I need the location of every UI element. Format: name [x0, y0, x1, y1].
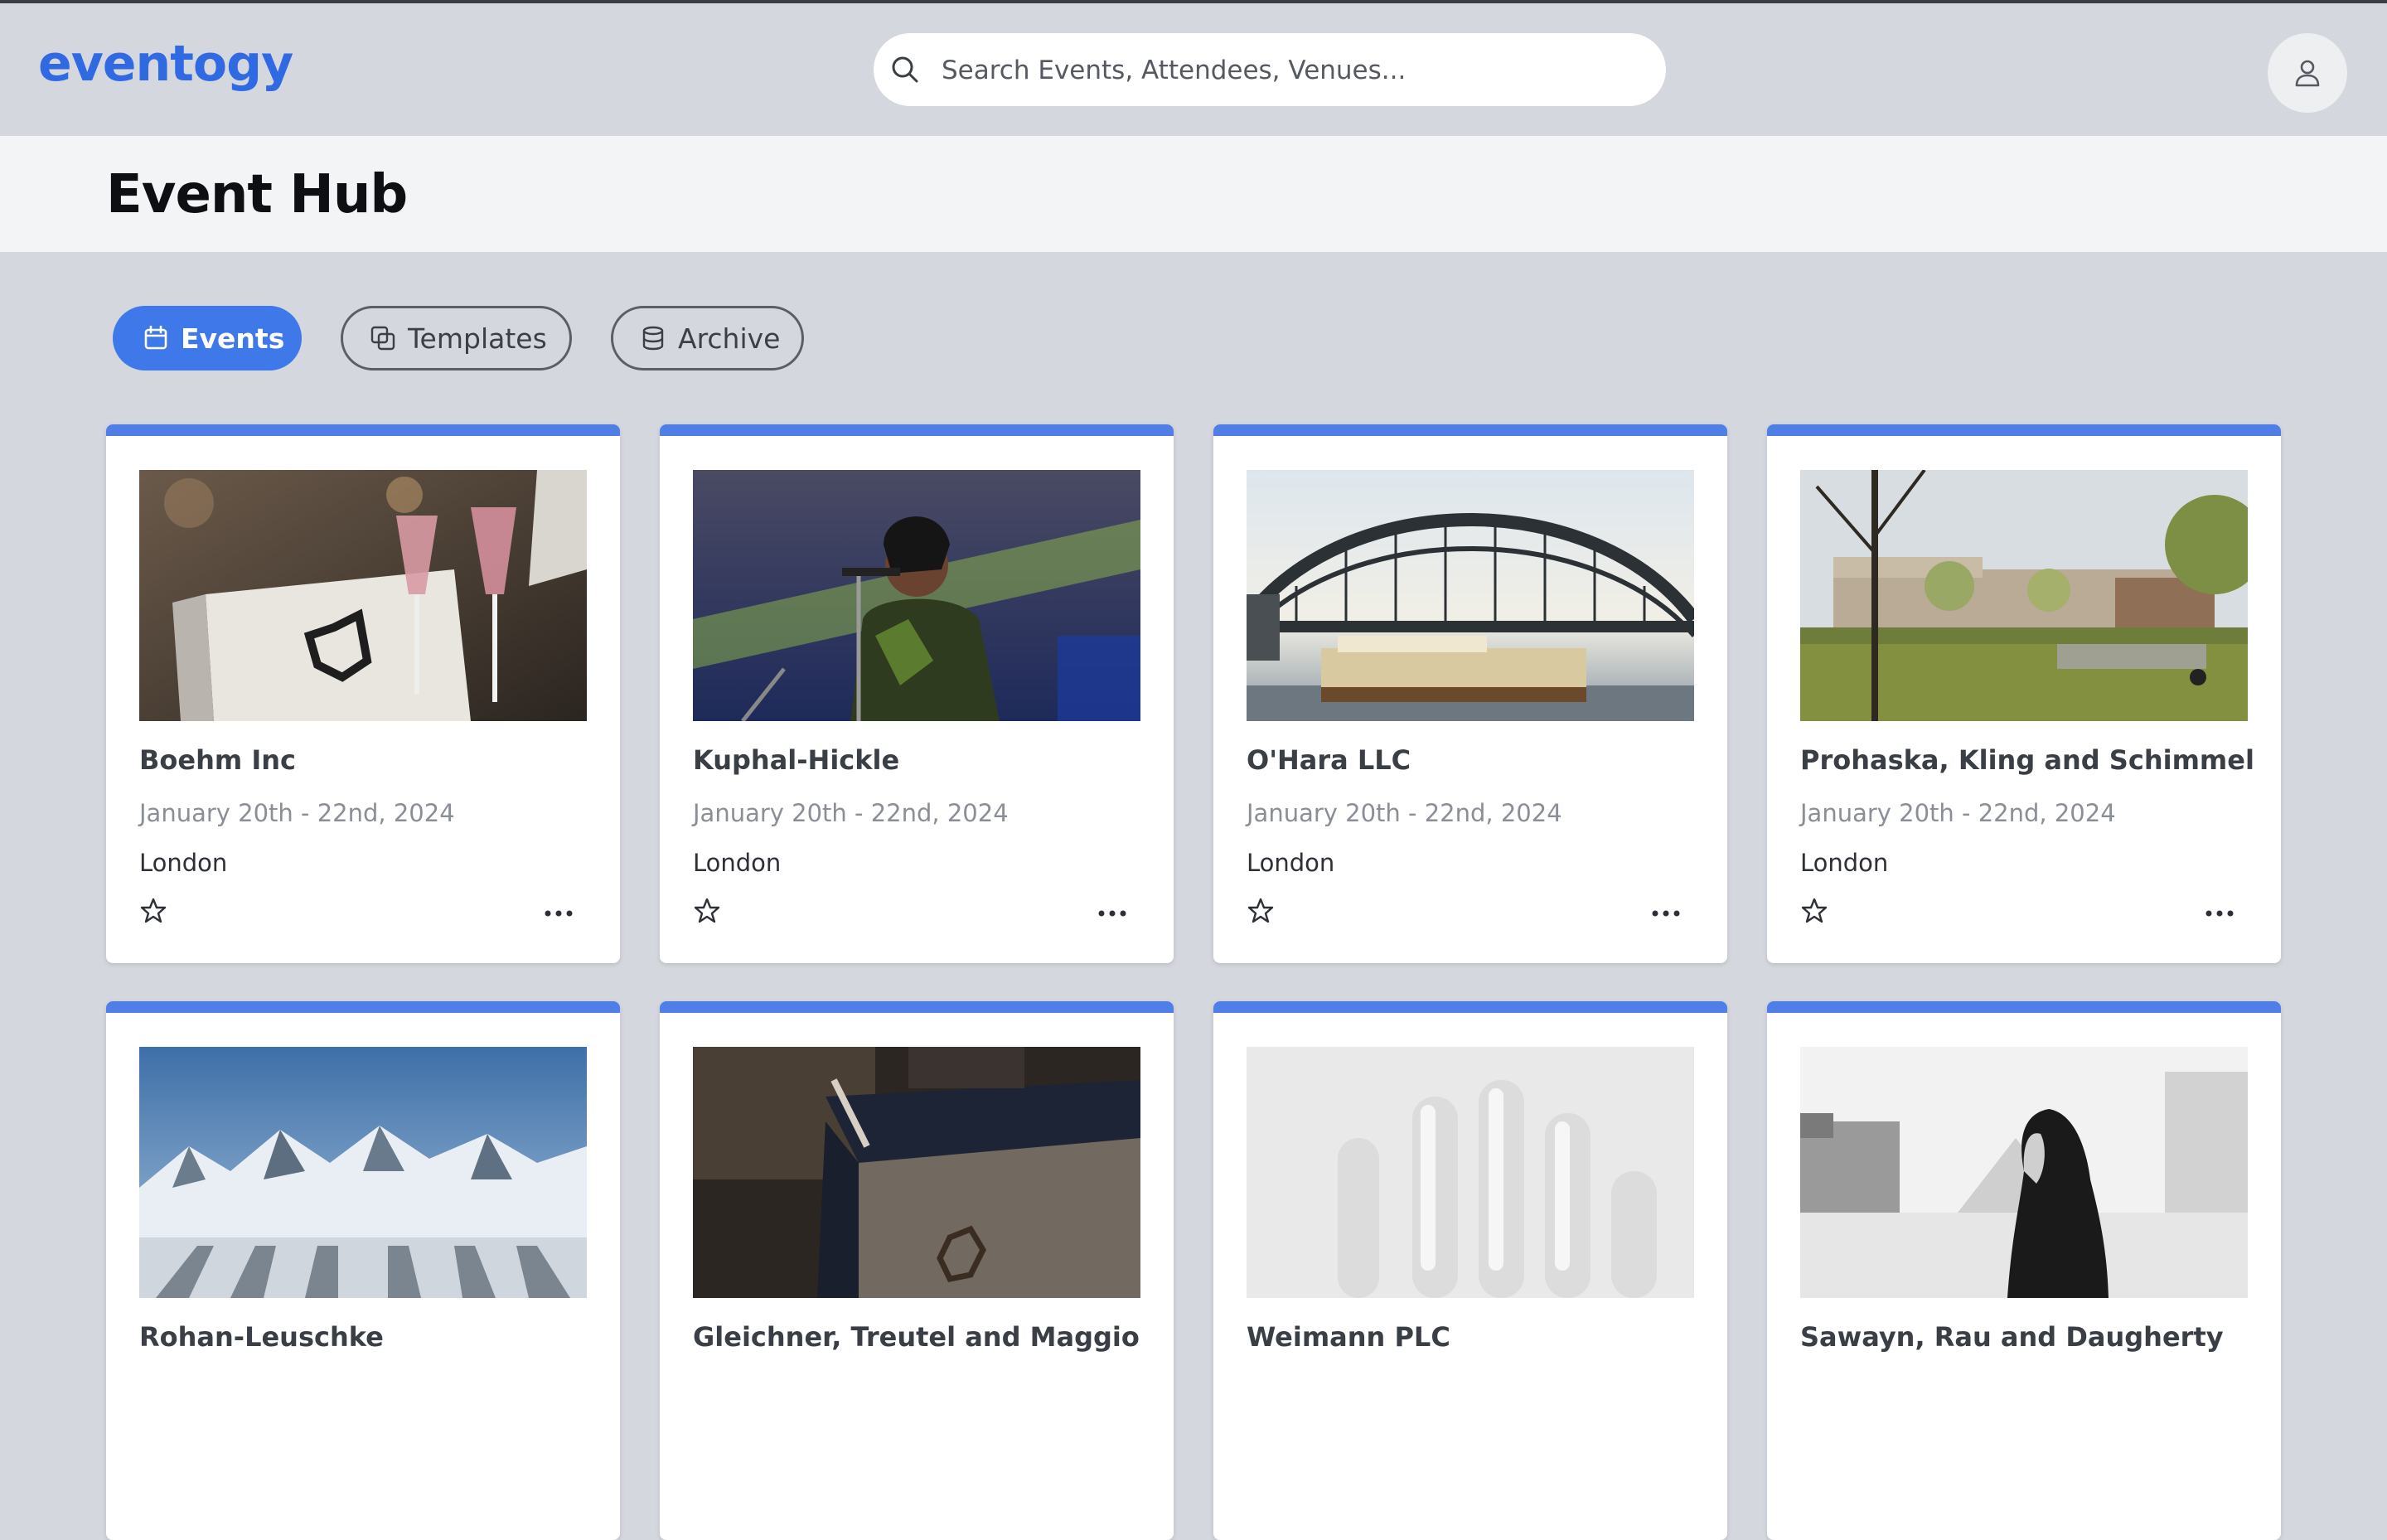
user-avatar-button[interactable]	[2268, 33, 2347, 113]
gift-box-image	[693, 1047, 1140, 1298]
card-accent-bar	[106, 1001, 620, 1013]
event-name[interactable]: Weimann PLC	[1247, 1321, 1450, 1353]
event-card[interactable]: Gleichner, Treutel and Maggio	[660, 1001, 1174, 1540]
tab-archive[interactable]: Archive	[611, 306, 804, 370]
event-date: January 20th - 22nd, 2024	[1247, 799, 1562, 827]
card-accent-bar	[1767, 424, 2281, 436]
card-accent-bar	[1767, 1001, 2281, 1013]
event-card[interactable]: Weimann PLC	[1213, 1001, 1727, 1540]
event-name[interactable]: Gleichner, Treutel and Maggio	[693, 1321, 1140, 1353]
card-accent-bar	[1213, 1001, 1727, 1013]
card-accent-bar	[106, 424, 620, 436]
event-name[interactable]: Boehm Inc	[139, 744, 296, 776]
event-location: London	[693, 849, 782, 877]
favorite-star-icon[interactable]	[693, 897, 721, 929]
page-title: Event Hub	[106, 164, 408, 225]
event-name[interactable]: Prohaska, Kling and Schimmel	[1800, 744, 2254, 776]
database-icon	[640, 325, 666, 351]
search-input[interactable]	[940, 33, 1648, 108]
event-name[interactable]: Kuphal-Hickle	[693, 744, 899, 776]
card-accent-bar	[1213, 424, 1727, 436]
event-card[interactable]: Prohaska, Kling and Schimmel January 20t…	[1767, 424, 2281, 963]
user-icon	[2295, 60, 2320, 87]
tab-events-label: Events	[181, 322, 285, 355]
tab-templates[interactable]: Templates	[341, 306, 572, 370]
favorite-star-icon[interactable]	[1247, 897, 1275, 929]
event-location: London	[139, 849, 228, 877]
card-accent-bar	[660, 1001, 1174, 1013]
harbour-bridge-image	[1247, 470, 1694, 721]
event-card[interactable]: Sawayn, Rau and Daugherty	[1767, 1001, 2281, 1540]
event-name[interactable]: O'Hara LLC	[1247, 744, 1411, 776]
calendar-icon	[143, 325, 169, 351]
louvre-portrait-image	[1800, 1047, 2248, 1298]
favorite-star-icon[interactable]	[139, 897, 167, 929]
champagne-glasses-image	[139, 470, 587, 721]
event-card[interactable]: Kuphal-Hickle January 20th - 22nd, 2024 …	[660, 424, 1174, 963]
event-card[interactable]: Rohan-Leuschke	[106, 1001, 620, 1540]
event-location: London	[1247, 849, 1335, 877]
more-options-icon[interactable]	[1651, 907, 1681, 922]
event-card[interactable]: Boehm Inc January 20th - 22nd, 2024 Lond…	[106, 424, 620, 963]
event-name[interactable]: Sawayn, Rau and Daugherty	[1800, 1321, 2224, 1353]
more-options-icon[interactable]	[544, 907, 574, 922]
snowy-mountains-image	[139, 1047, 587, 1298]
eventogy-logo[interactable]: eventogy	[38, 35, 293, 93]
tab-events[interactable]: Events	[113, 306, 302, 370]
favorite-star-icon[interactable]	[1800, 897, 1828, 929]
more-options-icon[interactable]	[1097, 907, 1127, 922]
event-date: January 20th - 22nd, 2024	[139, 799, 455, 827]
event-date: January 20th - 22nd, 2024	[1800, 799, 2116, 827]
event-name[interactable]: Rohan-Leuschke	[139, 1321, 384, 1353]
page-title-bar: Event Hub	[0, 136, 2387, 252]
more-options-icon[interactable]	[2205, 907, 2234, 922]
tab-archive-label: Archive	[678, 322, 781, 355]
search-icon	[890, 55, 920, 85]
event-location: London	[1800, 849, 1889, 877]
event-date: January 20th - 22nd, 2024	[693, 799, 1009, 827]
event-card[interactable]: O'Hara LLC January 20th - 22nd, 2024 Lon…	[1213, 424, 1727, 963]
app-header: eventogy	[0, 3, 2387, 136]
card-accent-bar	[660, 424, 1174, 436]
logo-text: eventogy	[38, 35, 293, 93]
park-lawn-image	[1800, 470, 2248, 721]
singer-concert-image	[693, 470, 1140, 721]
cotton-swabs-image	[1247, 1047, 1694, 1298]
tab-templates-label: Templates	[408, 322, 547, 355]
copy-icon	[370, 325, 396, 351]
search-bar[interactable]	[874, 33, 1666, 108]
